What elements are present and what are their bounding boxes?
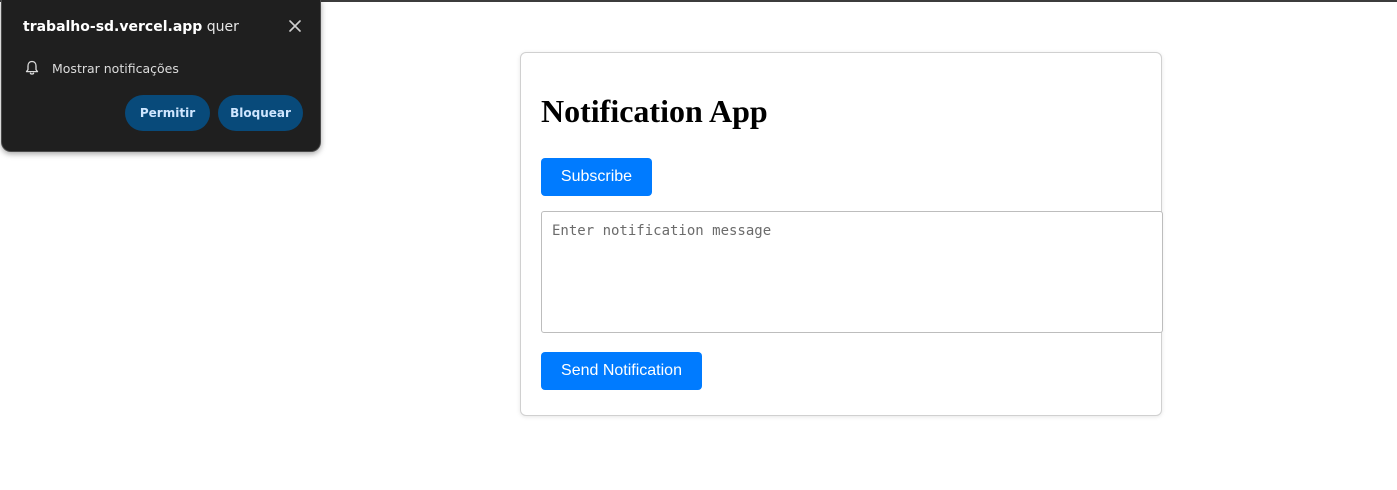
page-title: Notification App [541, 93, 768, 129]
send-notification-button[interactable]: Send Notification [541, 352, 702, 390]
bell-icon [24, 59, 40, 77]
permission-site: trabalho-sd.vercel.app [23, 19, 203, 35]
allow-button[interactable]: Permitir [125, 95, 210, 131]
permission-title: trabalho-sd.vercel.app quer [23, 19, 239, 35]
close-icon[interactable] [285, 16, 305, 36]
permission-title-suffix: quer [202, 19, 239, 35]
subscribe-button[interactable]: Subscribe [541, 158, 652, 196]
block-button[interactable]: Bloquear [218, 95, 303, 131]
permission-item: Mostrar notificações [24, 59, 179, 77]
message-input[interactable] [541, 211, 1163, 333]
notification-permission-popup: trabalho-sd.vercel.app quer Mostrar noti… [1, 0, 321, 152]
permission-label: Mostrar notificações [52, 60, 179, 76]
